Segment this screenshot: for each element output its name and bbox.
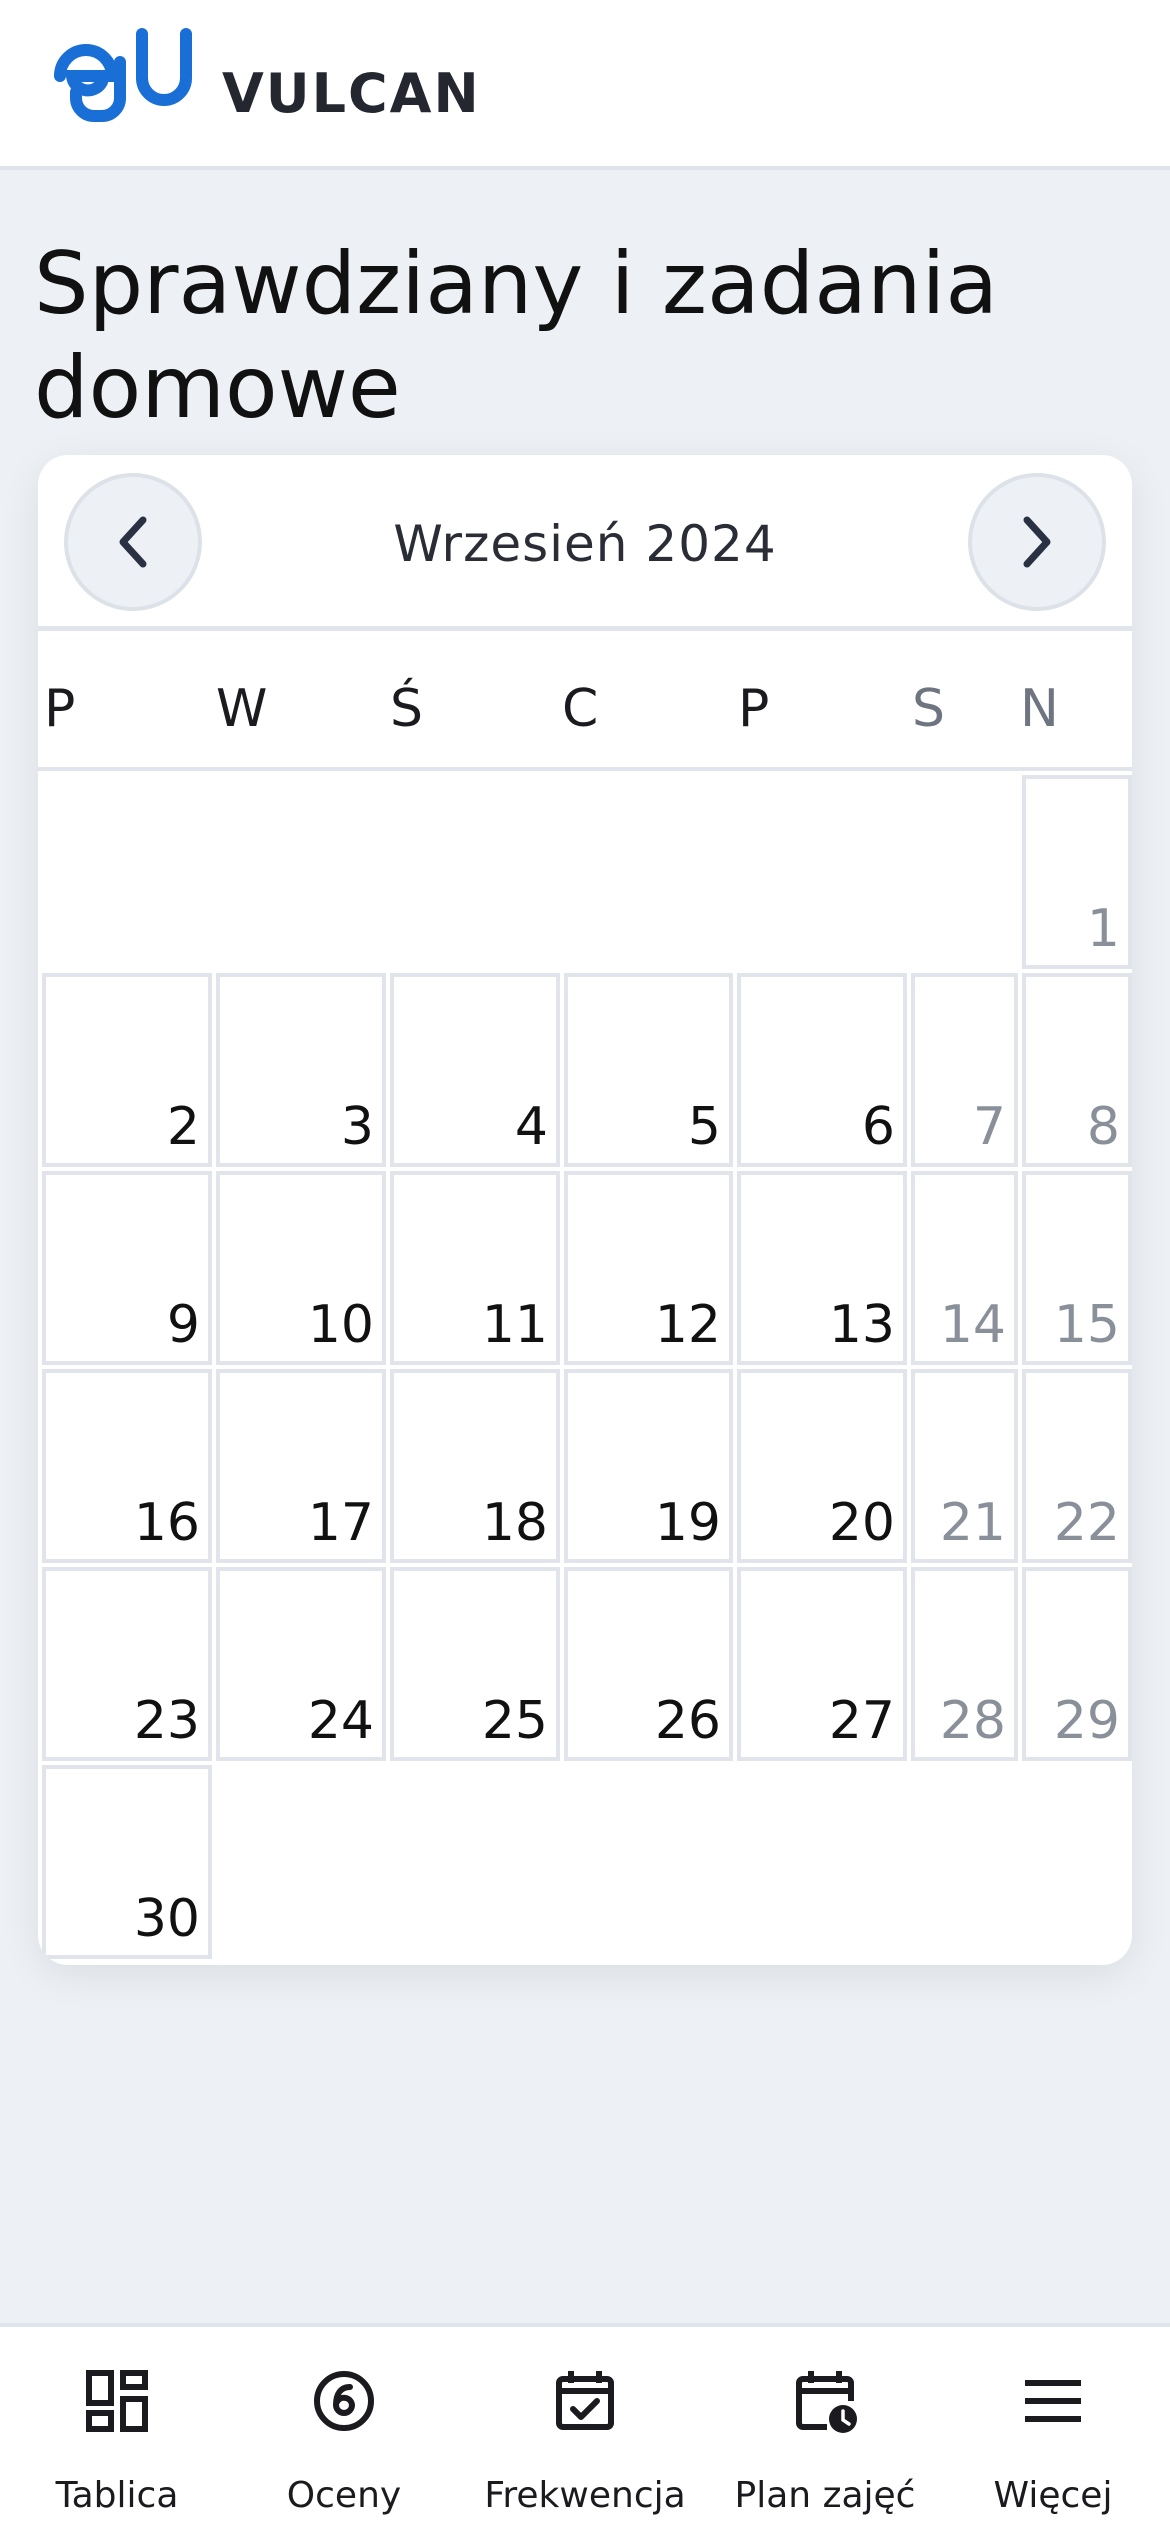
weekday-label: N: [1020, 679, 1059, 739]
day-cell[interactable]: 5: [564, 973, 733, 1167]
day-number: 28: [939, 1691, 1006, 1751]
day-cell[interactable]: 4: [390, 973, 560, 1167]
day-cell[interactable]: 3: [216, 973, 386, 1167]
day-cell[interactable]: 10: [216, 1171, 386, 1365]
day-number: 27: [828, 1691, 895, 1751]
calendar-clock-icon: [796, 2371, 857, 2433]
weekday-label: C: [562, 679, 599, 739]
day-number: 2: [166, 1097, 200, 1157]
previous-month-button[interactable]: [64, 473, 202, 611]
brand-name: VULCAN: [222, 62, 481, 125]
day-number: 11: [481, 1295, 548, 1355]
nav-wiecej[interactable]: Więcej: [936, 2327, 1170, 2532]
day-number: 4: [514, 1097, 548, 1157]
day-cell[interactable]: 23: [42, 1567, 212, 1761]
month-label: Wrzesień 2024: [393, 515, 777, 573]
chevron-right-icon: [1023, 516, 1051, 568]
day-cell[interactable]: 8: [1022, 973, 1132, 1167]
day-cell[interactable]: 30: [42, 1765, 212, 1959]
day-number: 16: [133, 1493, 200, 1553]
day-cell[interactable]: 21: [911, 1369, 1018, 1563]
calendar-header: Wrzesień 2024: [38, 455, 1132, 631]
day-cell[interactable]: 15: [1022, 1171, 1132, 1365]
day-number: 14: [939, 1295, 1006, 1355]
edu-logo: [54, 28, 192, 122]
nav-label: Plan zajęć: [734, 2475, 916, 2516]
day-cell[interactable]: 11: [390, 1171, 560, 1365]
day-number: 19: [654, 1493, 721, 1553]
day-cell[interactable]: 22: [1022, 1369, 1132, 1563]
day-cell[interactable]: 9: [42, 1171, 212, 1365]
day-number: 17: [307, 1493, 374, 1553]
calendar-card: Wrzesień 2024 P W Ś C P S N 1 2 3 4 5 6 7 8 9 10 1…: [38, 455, 1132, 1965]
weekday-label: P: [738, 679, 770, 739]
bottom-navigation: Tablica Oceny Frekwencja Plan zajęć Więc…: [0, 2323, 1170, 2532]
day-number: 23: [133, 1691, 200, 1751]
day-cell[interactable]: 27: [737, 1567, 907, 1761]
day-number: 26: [654, 1691, 721, 1751]
day-number: 25: [481, 1691, 548, 1751]
nav-frekwencja[interactable]: Frekwencja: [468, 2327, 702, 2532]
nav-tablica[interactable]: Tablica: [0, 2327, 234, 2532]
day-cell[interactable]: 19: [564, 1369, 733, 1563]
day-number: 24: [307, 1691, 374, 1751]
nav-label: Frekwencja: [484, 2475, 686, 2516]
day-cell[interactable]: 18: [390, 1369, 560, 1563]
calendar-check-icon: [556, 2371, 614, 2430]
weekday-label: W: [216, 679, 268, 739]
day-number: 6: [861, 1097, 895, 1157]
day-number: 30: [133, 1889, 200, 1949]
day-number: 12: [654, 1295, 721, 1355]
day-number: 3: [340, 1097, 374, 1157]
nav-oceny[interactable]: Oceny: [227, 2327, 461, 2532]
nav-plan-zajec[interactable]: Plan zajęć: [708, 2327, 942, 2532]
day-number: 21: [939, 1493, 1006, 1553]
day-cell[interactable]: 2: [42, 973, 212, 1167]
dashboard-icon: [86, 2370, 148, 2432]
day-number: 10: [307, 1295, 374, 1355]
menu-icon: [1025, 2380, 1081, 2422]
day-cell[interactable]: 14: [911, 1171, 1018, 1365]
day-number: 15: [1053, 1295, 1120, 1355]
day-cell[interactable]: 17: [216, 1369, 386, 1563]
day-number: 18: [481, 1493, 548, 1553]
nav-label: Tablica: [55, 2475, 179, 2516]
nav-label: Więcej: [993, 2475, 1113, 2516]
day-number: 8: [1086, 1097, 1120, 1157]
nav-label: Oceny: [286, 2475, 402, 2516]
day-cell[interactable]: 6: [737, 973, 907, 1167]
weekday-row: P W Ś C P S N: [38, 631, 1132, 771]
weekday-label: P: [44, 679, 76, 739]
day-cell[interactable]: 25: [390, 1567, 560, 1761]
top-bar: VULCAN: [0, 0, 1170, 170]
day-cell[interactable]: 20: [737, 1369, 907, 1563]
chevron-left-icon: [119, 516, 147, 568]
day-number: 9: [166, 1295, 200, 1355]
weekday-label: S: [912, 679, 946, 739]
day-cell[interactable]: 29: [1022, 1567, 1132, 1761]
day-cell[interactable]: 7: [911, 973, 1018, 1167]
weekday-label: Ś: [390, 679, 424, 739]
day-number: 22: [1053, 1493, 1120, 1553]
page-title: Sprawdziany i zadania domowe: [34, 234, 999, 438]
day-number: 13: [828, 1295, 895, 1355]
day-cell[interactable]: 26: [564, 1567, 733, 1761]
day-cell[interactable]: 24: [216, 1567, 386, 1761]
day-cell[interactable]: 1: [1022, 775, 1132, 969]
day-cell[interactable]: 12: [564, 1171, 733, 1365]
day-cell[interactable]: 16: [42, 1369, 212, 1563]
day-cell[interactable]: 13: [737, 1171, 907, 1365]
day-number: 7: [972, 1097, 1006, 1157]
day-number: 5: [687, 1097, 721, 1157]
day-number: 20: [828, 1493, 895, 1553]
day-number: 29: [1053, 1691, 1120, 1751]
day-cell[interactable]: 28: [911, 1567, 1018, 1761]
grade-icon: [314, 2371, 374, 2431]
day-number: 1: [1086, 899, 1120, 959]
next-month-button[interactable]: [968, 473, 1106, 611]
